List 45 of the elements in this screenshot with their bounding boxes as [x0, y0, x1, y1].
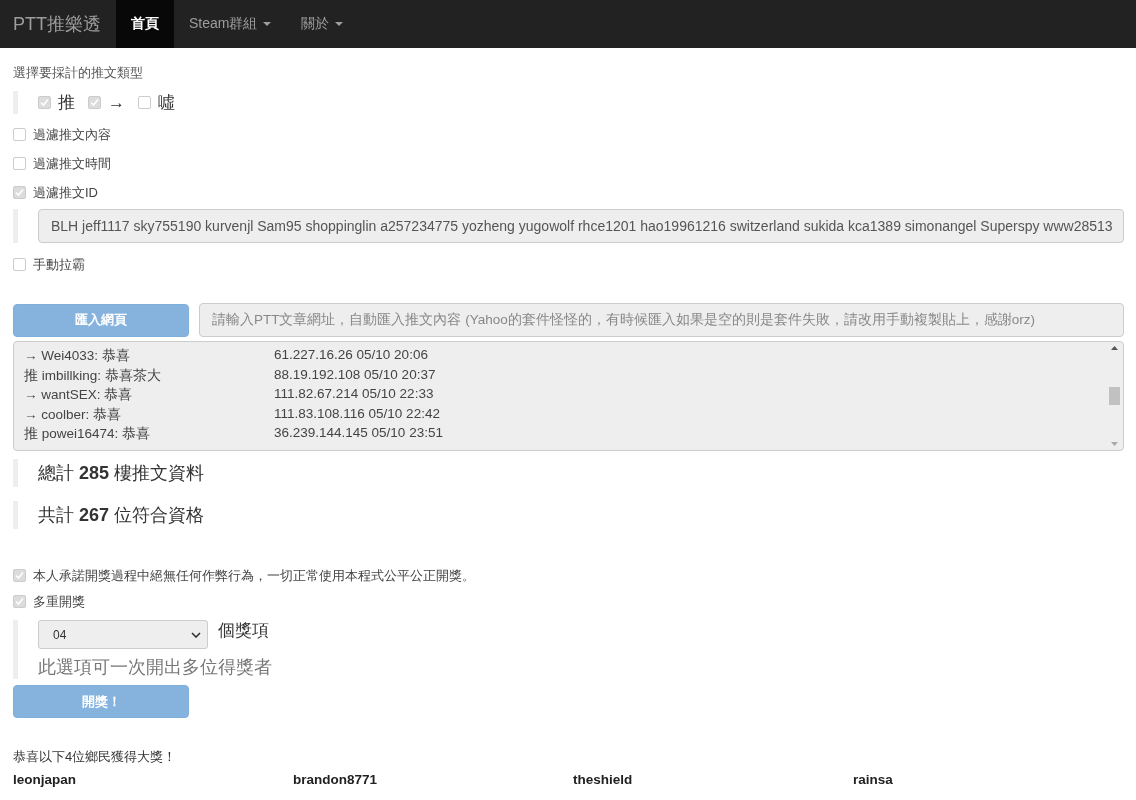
- comment-textarea[interactable]: [13, 341, 1124, 451]
- checkbox-label: 多重開獎: [33, 592, 85, 611]
- nav-item[interactable]: 關於: [286, 0, 359, 48]
- winner-name: rainsa: [853, 772, 893, 787]
- checkbox-label: 本人承諾開獎過程中絕無任何作弊行為，一切正常使用本程式公平公正開獎。: [33, 566, 475, 585]
- brand[interactable]: PTT推樂透: [0, 0, 116, 48]
- comment-line: 推 imbillking: 恭喜茶大 88.19.192.108 05/10 20:37: [24, 366, 437, 385]
- winner-name: brandon8771: [293, 772, 378, 787]
- checkbox[interactable]: [13, 128, 26, 141]
- comment-line: → wantSEX: 恭喜 111.82.67.214 05/10 22:33: [24, 386, 435, 405]
- prize-suffix: 個獎項: [218, 620, 269, 642]
- scroll-up-icon[interactable]: [1111, 346, 1118, 350]
- comment-line: → Wei4033: 恭喜 61.227.16.26 05/10 20:06: [24, 347, 429, 365]
- section-label: 選擇要採計的推文類型: [13, 64, 144, 82]
- scroll-down-icon[interactable]: [1111, 442, 1118, 446]
- checkbox[interactable]: [13, 258, 26, 271]
- checkbox-label: 過濾推文時間: [33, 154, 111, 173]
- checkbox[interactable]: [88, 96, 101, 109]
- checkbox[interactable]: [38, 96, 51, 109]
- checkbox[interactable]: [138, 96, 151, 109]
- stat-text: 總計 285 樓推文資料: [38, 462, 205, 485]
- checkbox-label: 過濾推文ID: [33, 183, 98, 202]
- id-filter-field[interactable]: BLH jeff1117 sky755190 kurvenjl Sam95 shoppinglin a257234775 yozheng yugowolf rhce1201 hao19961216 switzerland sukida kca1389 simonangel Superspy www28513: [38, 209, 1124, 243]
- comment-line: 推 powei16474: 恭喜 36.239.144.145 05/10 23:51: [24, 425, 444, 444]
- checkbox-label: 手動拉霸: [33, 255, 85, 274]
- nav-item[interactable]: Steam群組: [174, 0, 287, 48]
- checkbox[interactable]: [13, 569, 26, 582]
- comment-line: → coolber: 恭喜 111.83.108.116 05/10 22:42: [24, 405, 441, 424]
- checkbox[interactable]: [13, 595, 26, 608]
- chevron-down-icon: [191, 631, 201, 638]
- winner-name: theshield: [573, 772, 633, 787]
- checkbox-label: →: [108, 92, 125, 113]
- winner-name: leonjapan: [13, 772, 76, 787]
- scrollbar-thumb[interactable]: [1109, 387, 1120, 405]
- stat-text: 共計 267 位符合資格: [38, 504, 205, 527]
- checkbox-label: 過濾推文內容: [33, 125, 111, 144]
- checkbox[interactable]: [13, 186, 26, 199]
- hint-text: 此選項可一次開出多位得獎者: [38, 656, 272, 679]
- checkbox-label: 推: [58, 92, 75, 114]
- prize-select[interactable]: 04: [38, 620, 208, 649]
- checkbox-label: 噓: [158, 92, 175, 114]
- url-field[interactable]: 請輸入PTT文章網址，自動匯入推文內容 (Yahoo的套件怪怪的，有時候匯入如果是空的則是套件失敗，請改用手動複製貼上，感謝orz): [199, 303, 1124, 337]
- result-label: 恭喜以下4位鄉民獲得大獎！: [13, 748, 178, 766]
- checkbox[interactable]: [13, 157, 26, 170]
- nav-item[interactable]: 首頁: [116, 0, 174, 48]
